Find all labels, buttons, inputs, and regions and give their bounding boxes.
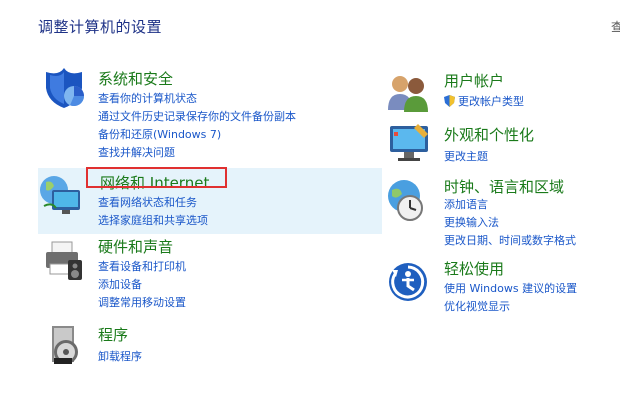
category-title-hardware-sound[interactable]: 硬件和声音 [98,236,173,257]
printer-speaker-icon[interactable] [42,238,86,282]
category-system-security: 系统和安全 查看你的计算机状态 通过文件历史记录保存你的文件备份副本 备份和还原… [38,62,338,162]
link-date-time-format[interactable]: 更改日期、时间或数字格式 [444,232,576,248]
link-network-status-tasks[interactable]: 查看网络状态和任务 [98,194,197,210]
link-mobility-settings[interactable]: 调整常用移动设置 [98,294,186,310]
users-icon[interactable] [386,70,430,114]
category-user-accounts: 用户帐户 更改帐户类型 [384,64,614,112]
category-title-appearance[interactable]: 外观和个性化 [444,124,534,145]
link-change-account-type[interactable]: 更改帐户类型 [444,93,524,110]
monitor-brush-icon[interactable] [388,122,432,166]
link-file-history-backup[interactable]: 通过文件历史记录保存你的文件备份副本 [98,108,296,124]
network-globe-monitor-icon[interactable] [38,172,82,216]
highlight-box [86,167,227,188]
shield-pie-icon[interactable] [42,66,86,110]
category-title-clock-region[interactable]: 时钟、语言和区域 [444,176,564,197]
link-devices-printers[interactable]: 查看设备和打印机 [98,258,186,274]
category-programs: 程序 卸载程序 [38,320,338,368]
link-add-language[interactable]: 添加语言 [444,196,488,212]
category-appearance: 外观和个性化 更改主题 [384,120,614,170]
uac-shield-icon [444,95,455,110]
category-clock-region: 时钟、语言和区域 添加语言 更换输入法 更改日期、时间或数字格式 [384,174,614,250]
link-optimize-visual-display[interactable]: 优化视觉显示 [444,298,510,314]
link-backup-restore[interactable]: 备份和还原(Windows 7) [98,126,221,142]
link-troubleshoot[interactable]: 查找并解决问题 [98,144,175,160]
link-view-computer-status[interactable]: 查看你的计算机状态 [98,90,197,106]
view-by-label[interactable]: 查 [611,18,620,35]
link-windows-recommended-settings[interactable]: 使用 Windows 建议的设置 [444,280,577,296]
category-title-ease-of-access[interactable]: 轻松使用 [444,258,504,279]
category-hardware-sound: 硬件和声音 查看设备和打印机 添加设备 调整常用移动设置 [38,234,338,310]
page-title: 调整计算机的设置 [38,18,163,36]
category-ease-of-access: 轻松使用 使用 Windows 建议的设置 优化视觉显示 [384,256,614,316]
category-title-system-security[interactable]: 系统和安全 [98,68,173,89]
accessibility-icon[interactable] [386,260,430,304]
clock-globe-icon[interactable] [384,178,428,222]
link-change-account-type-label: 更改帐户类型 [458,95,524,108]
link-uninstall-program[interactable]: 卸载程序 [98,348,142,364]
link-add-device[interactable]: 添加设备 [98,276,142,292]
program-disc-icon[interactable] [46,324,90,368]
category-title-user-accounts[interactable]: 用户帐户 [444,70,504,91]
link-change-input-method[interactable]: 更换输入法 [444,214,499,230]
link-homegroup-sharing[interactable]: 选择家庭组和共享选项 [98,212,208,228]
link-change-theme[interactable]: 更改主题 [444,148,488,164]
category-title-programs[interactable]: 程序 [98,324,128,345]
